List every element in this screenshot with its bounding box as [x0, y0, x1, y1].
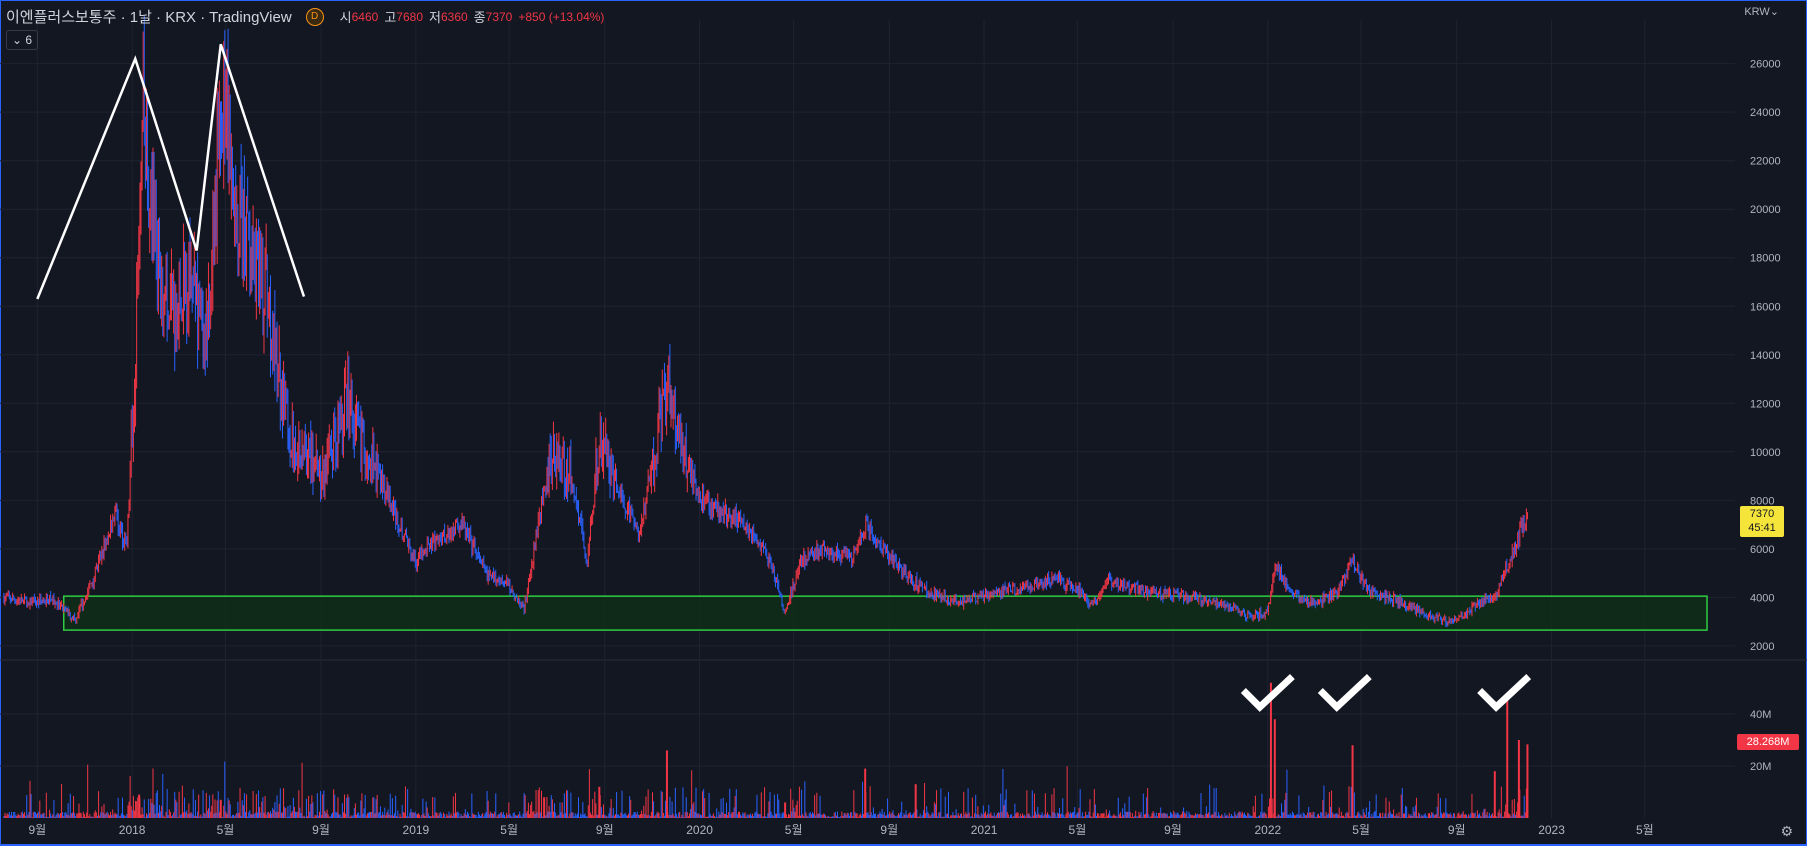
high-label: 고 [384, 10, 397, 25]
time-tick-label: 5월 [1352, 823, 1370, 837]
price-tick-label: 6000 [1750, 544, 1774, 556]
high-value: 7680 [396, 9, 423, 24]
price-tick-label: 12000 [1750, 398, 1781, 410]
time-tick-label: 2022 [1254, 823, 1281, 837]
time-tick-label: 9월 [1448, 823, 1466, 837]
indicator-collapse-button[interactable]: ⌄ 6 [6, 30, 38, 50]
volume-tick-label: 40M [1750, 709, 1771, 721]
time-tick-label: 2023 [1538, 823, 1565, 837]
time-tick-label: 5월 [217, 823, 235, 837]
price-tick-label: 22000 [1750, 156, 1781, 168]
price-tick-label: 4000 [1750, 592, 1774, 604]
time-tick-label: 9월 [880, 823, 898, 837]
price-tick-label: 16000 [1750, 301, 1781, 313]
close-value: 7370 [485, 9, 513, 24]
low-label: 저 [429, 10, 441, 25]
data-badge: D [305, 7, 324, 26]
time-tick-label: 2020 [686, 823, 713, 837]
time-tick-label: 5월 [785, 823, 803, 837]
price-tick-label: 18000 [1750, 253, 1781, 265]
time-tick-label: 5월 [1069, 823, 1087, 837]
bar-countdown: 45:41 [1748, 522, 1776, 534]
checkmark-icon [1477, 674, 1532, 712]
open-value: 6460 [351, 9, 379, 24]
grid-lines [0, 20, 1807, 818]
price-tick-label: 10000 [1750, 447, 1781, 459]
gear-icon[interactable]: ⚙ [1780, 823, 1793, 840]
time-tick-label: 2019 [403, 823, 430, 837]
symbol-title[interactable]: 이엔플러스보통주 · 1날 · KRX · TradingView [6, 6, 292, 27]
time-tick-label: 9월 [1164, 823, 1182, 837]
price-candles [3, 15, 1528, 628]
last-price-tag: 7370 45:41 [1740, 506, 1784, 537]
support-zone [62, 595, 1708, 631]
time-tick-label: 2021 [971, 823, 998, 837]
price-tick-label: 26000 [1750, 59, 1781, 71]
volume-bars [3, 682, 1529, 818]
price-axis: 26000 24000 22000 20000 18000 16000 14000 12000… [1750, 59, 1781, 653]
price-tick-label: 2000 [1750, 641, 1774, 653]
time-tick-label: 2018 [119, 823, 146, 837]
time-tick-label: 9월 [312, 823, 330, 837]
time-tick-label: 9월 [28, 823, 46, 837]
open-label: 시 [339, 10, 352, 25]
symbol-header: 이엔플러스보통주 · 1날 · KRX · TradingView D 시 646… [6, 6, 604, 27]
support-zone-box [62, 595, 1708, 631]
time-tick-label: 5월 [1636, 823, 1654, 837]
currency-selector[interactable]: KRW⌄ [1744, 5, 1779, 18]
last-volume-tag: 28.268M [1737, 734, 1799, 750]
last-price: 7370 [1749, 508, 1775, 520]
double-top-pattern [36, 43, 306, 300]
change-value: +850 (+13.04%) [518, 9, 605, 24]
price-tick-label: 20000 [1750, 204, 1781, 216]
currency-label: KRW [1744, 6, 1770, 18]
chart-canvas[interactable]: 26000 24000 22000 20000 18000 16000 14000 12000… [0, 0, 1807, 846]
low-value: 6360 [440, 9, 468, 24]
close-label: 종 [473, 10, 486, 25]
price-tick-label: 14000 [1750, 350, 1781, 362]
volume-tick-label: 20M [1750, 761, 1771, 773]
time-tick-label: 9월 [596, 823, 614, 837]
checkmark-icon [1317, 674, 1372, 712]
price-tick-label: 24000 [1750, 107, 1781, 119]
time-tick-label: 5월 [500, 823, 518, 837]
time-axis: 9월 2018 5월 9월 2019 5월 9월 2020 5월 9월 2021 5월 9월 2022 5월… [28, 823, 1653, 837]
chevron-down-icon: ⌄ [1769, 6, 1779, 18]
